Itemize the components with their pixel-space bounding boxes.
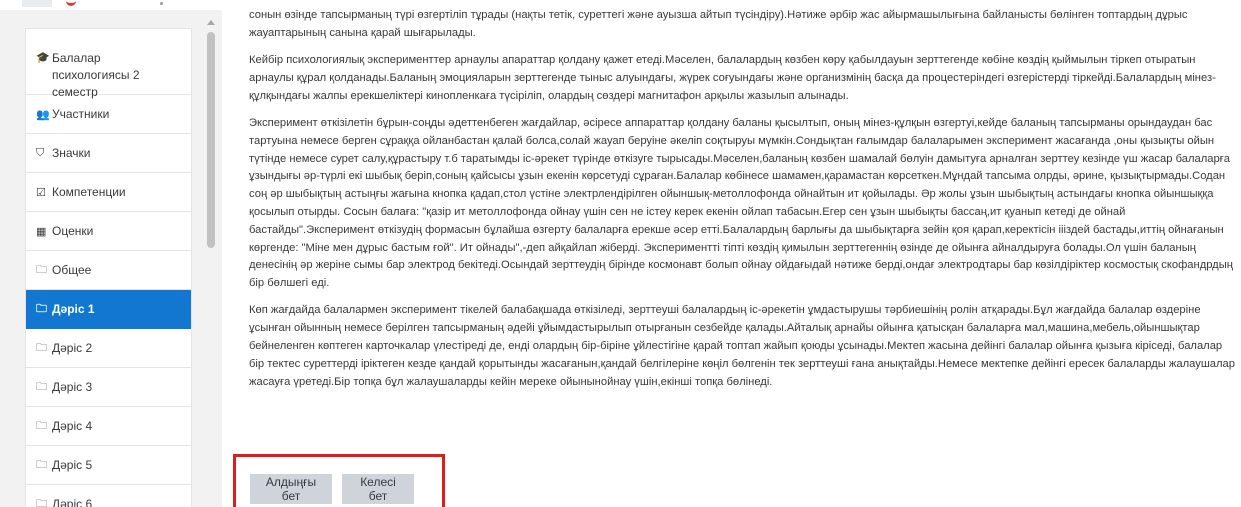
logo-icon [66,0,76,6]
sidebar-item[interactable]: ▦ Оценки [26,212,191,251]
header-dot [160,2,163,5]
sidebar-item-label: Дәріс 6 [52,497,93,507]
sidebar-item[interactable]: 🎓 Балалар психологиясы 2 семестр [26,29,191,99]
folder-icon: 🗀 [36,263,47,276]
sidebar-item[interactable]: 🗀 Дәріс 6 [26,485,191,507]
paragraph: сонын өзінде тапсырманың түрі өзгертіліп… [249,9,1188,39]
sidebar-item[interactable]: 🗀 Дәріс 3 [26,368,191,407]
sidebar-item[interactable]: 🗀 Дәріс 5 [26,446,191,485]
sidebar-item[interactable]: 🗀 Дәріс 4 [26,407,191,446]
course-nav: 🎓 Балалар психологиясы 2 семестр 👥 Участник… [25,28,192,507]
table-icon: ▦ [36,225,47,238]
folder-icon: 🗀 [36,341,47,354]
sidebar-item-label: Компетенции [52,185,126,199]
folder-icon: 🗀 [36,302,47,315]
folder-icon: 🗀 [36,497,47,507]
folder-icon: 🗀 [36,458,47,471]
previous-page-button[interactable]: Алдыңғы бет [250,474,332,504]
sidebar-item-label: Значки [52,146,91,160]
shield-icon: ⛉ [36,146,45,159]
users-icon: 👥 [36,108,50,121]
graduation-cap-icon: 🎓 [36,52,50,64]
scroll-up-arrow-icon[interactable] [207,20,215,25]
folder-icon: 🗀 [36,380,47,393]
nav-drawer: 🎓 Балалар психологиясы 2 семестр 👥 Участник… [0,10,222,507]
lesson-content: сонын өзінде тапсырманың түрі өзгертіліп… [249,9,1239,401]
sidebar-scrollbar[interactable] [204,10,218,507]
sidebar-item-label: Дәріс 3 [52,380,93,394]
paragraph: Эксперимент өткізілетін бұрын-соңды әдет… [249,116,1233,290]
menu-toggle[interactable] [22,0,52,7]
sidebar-item-label: Дәріс 5 [52,458,93,472]
next-page-button[interactable]: Келесі бет [342,474,414,504]
checkbox-icon: ☑ [36,186,46,199]
sidebar-item-label: Общее [52,263,92,277]
sidebar-item-label: Балалар психологиясы 2 семестр [52,51,140,99]
paragraph: Көп жағдайда балалармен эксперимент тіке… [249,304,1235,388]
sidebar-item[interactable]: 🗀 Дәріс 2 [26,329,191,368]
sidebar-item[interactable]: 🗀 Общее [26,251,191,290]
sidebar-item-label: Дәріс 4 [52,419,93,433]
sidebar-item-label: Участники [52,107,110,121]
sidebar-item-label: Оценки [52,224,94,238]
sidebar-item[interactable]: ⛉ Значки [26,134,191,173]
sidebar-item[interactable]: 🗀 Дәріс 1 [26,290,191,329]
folder-icon: 🗀 [36,419,47,432]
sidebar-item-label: Дәріс 1 [52,302,95,316]
sidebar-item[interactable]: ☑ Компетенции [26,173,191,212]
paragraph: Кейбір психологиялық эксперименттер арна… [249,54,1216,102]
sidebar-item-label: Дәріс 2 [52,341,93,355]
scroll-thumb[interactable] [207,32,215,248]
